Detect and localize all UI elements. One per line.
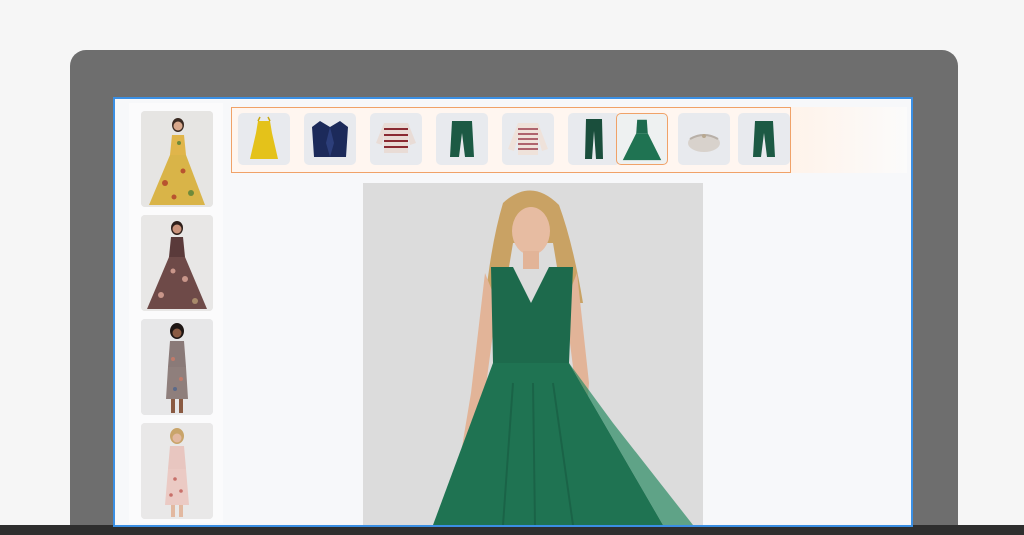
- item-green-gown[interactable]: [616, 113, 668, 165]
- green-pants-icon: [753, 121, 775, 157]
- item-green-pants-2[interactable]: [738, 113, 790, 165]
- striped-sweater-icon: [508, 123, 548, 155]
- model-thumb-floral-midi[interactable]: [141, 319, 213, 415]
- striped-top-icon: [376, 123, 416, 153]
- model-brown-floral-dress-icon: [141, 215, 213, 311]
- model-pink-floral-dress-icon: [141, 423, 213, 519]
- model-floral-midi-dress-icon: [141, 319, 213, 415]
- model-yellow-floral-dress-icon: [141, 111, 213, 207]
- model-thumb-brown-floral[interactable]: [141, 215, 213, 311]
- model-gallery: [129, 103, 223, 523]
- green-pants-icon: [450, 121, 474, 157]
- item-green-pants[interactable]: [436, 113, 488, 165]
- model-thumb-yellow-floral[interactable]: [141, 111, 213, 207]
- item-yellow-dress[interactable]: [238, 113, 290, 165]
- navy-blazer-icon: [312, 121, 348, 157]
- yellow-dress-icon: [250, 116, 278, 159]
- silver-clutch-icon: [688, 134, 720, 152]
- outfit-item-strip: [231, 107, 791, 173]
- model-thumb-pink-floral[interactable]: [141, 423, 213, 519]
- green-gown-icon: [622, 119, 662, 161]
- item-striped-sweater[interactable]: [502, 113, 554, 165]
- item-navy-blazer[interactable]: [304, 113, 356, 165]
- try-on-preview: [363, 183, 703, 525]
- green-trousers-icon: [585, 119, 603, 159]
- strip-fade: [791, 107, 907, 173]
- item-striped-top[interactable]: [370, 113, 422, 165]
- item-silver-clutch[interactable]: [678, 113, 730, 165]
- try-on-screen: [113, 97, 913, 527]
- model-green-gown-icon: [363, 183, 703, 525]
- item-green-trousers[interactable]: [568, 113, 620, 165]
